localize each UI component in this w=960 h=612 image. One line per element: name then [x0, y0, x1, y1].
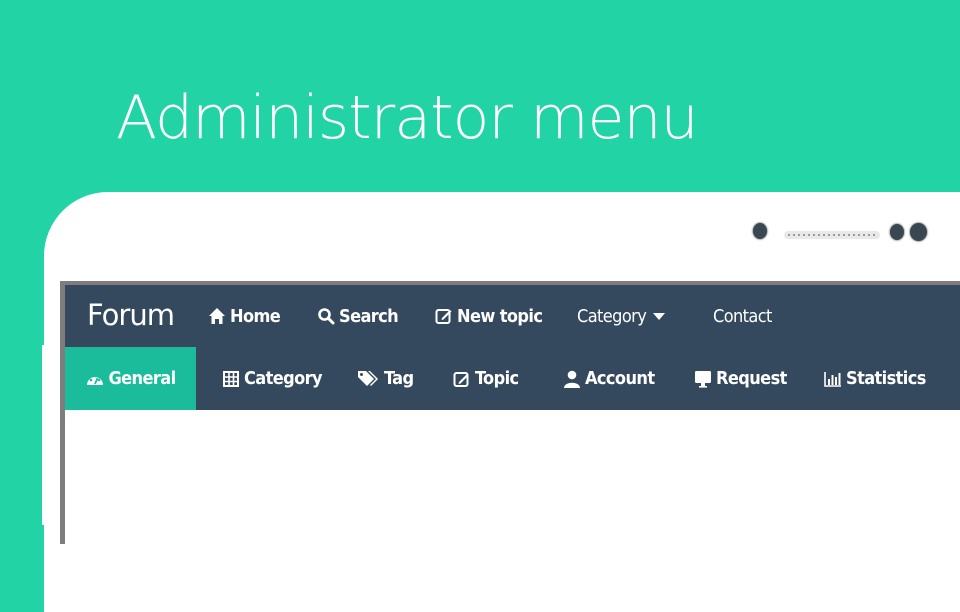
caret-down-icon	[649, 306, 669, 326]
slide-title: Administrator menu	[116, 83, 699, 153]
nav-item-label: Home	[230, 305, 281, 327]
sensor-icon	[890, 224, 904, 240]
nav-item-contact[interactable]: Contact	[713, 285, 772, 347]
admin-tab-label: Category	[244, 368, 323, 389]
admin-tab-general[interactable]: General	[65, 347, 196, 410]
admin-tab-topic[interactable]: Topic	[452, 347, 519, 410]
nav-item-home[interactable]: Home	[207, 285, 281, 347]
forum-navbar: Forum Home Search New topic Category Con…	[65, 285, 960, 347]
monitor-icon	[693, 369, 713, 389]
bar-chart-icon	[823, 369, 843, 389]
nav-item-label: Contact	[713, 305, 772, 327]
dashboard-icon	[85, 369, 105, 389]
home-icon	[207, 306, 227, 326]
nav-item-search[interactable]: Search	[316, 285, 399, 347]
admin-tab-label: General	[108, 368, 176, 389]
search-icon	[316, 306, 336, 326]
admin-tab-label: Request	[716, 368, 787, 389]
admin-tab-statistics[interactable]: Statistics	[823, 347, 926, 410]
grid-icon	[221, 369, 241, 389]
admin-tab-label: Topic	[475, 368, 519, 389]
nav-item-label: Category	[577, 305, 647, 327]
admin-tab-label: Account	[585, 368, 655, 389]
speaker-grille	[784, 231, 880, 239]
user-icon	[562, 369, 582, 389]
device-edge	[42, 345, 46, 525]
admin-tab-category[interactable]: Category	[221, 347, 323, 410]
nav-item-category-dropdown[interactable]: Category	[577, 285, 669, 347]
admin-tab-tag[interactable]: Tag	[357, 347, 414, 410]
camera-icon	[753, 223, 767, 239]
admin-menu: General Category Tag Topic Account Reque…	[65, 347, 960, 410]
tags-icon	[357, 369, 381, 389]
edit-icon	[434, 306, 454, 326]
nav-item-new-topic[interactable]: New topic	[434, 285, 543, 347]
nav-item-label: Search	[339, 305, 399, 327]
admin-tab-label: Tag	[384, 368, 414, 389]
admin-tab-request[interactable]: Request	[693, 347, 787, 410]
nav-item-label: New topic	[457, 305, 543, 327]
admin-tab-account[interactable]: Account	[562, 347, 655, 410]
navbar-brand[interactable]: Forum	[87, 285, 175, 347]
sensor-icon	[910, 223, 927, 241]
edit-icon	[452, 369, 472, 389]
admin-tab-label: Statistics	[846, 368, 926, 389]
